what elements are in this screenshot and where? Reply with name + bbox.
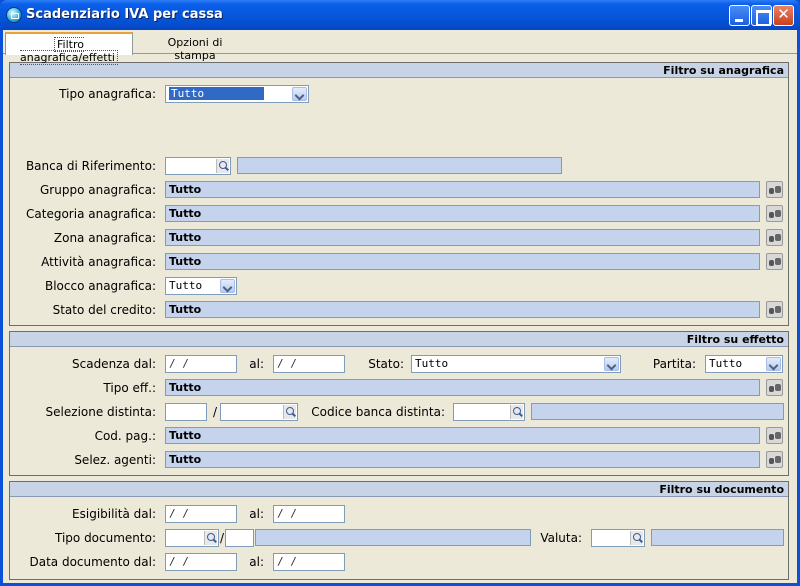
binoculars-icon[interactable] xyxy=(766,451,783,468)
categoria-anagrafica-field[interactable]: Tutto xyxy=(165,205,760,222)
close-icon: ✕ xyxy=(777,5,790,23)
tipo-eff-field[interactable]: Tutto xyxy=(165,379,760,396)
slash-separator: / xyxy=(220,531,225,545)
attivita-anagrafica-field[interactable]: Tutto xyxy=(165,253,760,270)
scadenza-dal-input[interactable]: / / xyxy=(165,355,237,373)
binoculars-icon[interactable] xyxy=(766,427,783,444)
esigibilita-al-label: al: xyxy=(249,507,264,521)
attivita-anagrafica-label: Attività anagrafica: xyxy=(41,255,156,269)
data-documento-dal-input[interactable]: / / xyxy=(165,553,237,571)
binoculars-icon[interactable] xyxy=(766,229,783,246)
valuta-input[interactable] xyxy=(591,529,645,547)
tipo-documento-suffix-input[interactable] xyxy=(225,529,254,547)
tipo-documento-input[interactable] xyxy=(165,529,219,547)
stato-select[interactable]: Tutto xyxy=(411,355,621,373)
cod-pag-label: Cod. pag.: xyxy=(94,429,156,443)
selez-agenti-label: Selez. agenti: xyxy=(74,453,156,467)
search-icon[interactable] xyxy=(283,405,296,419)
tipo-anagrafica-select[interactable]: Tutto xyxy=(165,85,309,103)
panel-header: Filtro su anagrafica xyxy=(10,63,788,78)
title-bar[interactable]: Scadenziario IVA per cassa ✕ xyxy=(0,0,800,30)
chevron-down-icon[interactable] xyxy=(292,87,307,101)
blocco-anagrafica-value: Tutto xyxy=(169,279,203,292)
binoculars-icon[interactable] xyxy=(766,379,783,396)
blocco-anagrafica-label: Blocco anagrafica: xyxy=(44,279,156,293)
tab-label: Filtro anagrafica/effetti xyxy=(20,37,118,65)
esigibilita-dal-label: Esigibilità dal: xyxy=(72,507,156,521)
tipo-anagrafica-value: Tutto xyxy=(169,87,265,100)
codice-banca-distinta-input[interactable] xyxy=(453,403,525,421)
search-icon[interactable] xyxy=(510,405,523,419)
gruppo-anagrafica-field[interactable]: Tutto xyxy=(165,181,760,198)
stato-value: Tutto xyxy=(415,357,449,370)
distinta-anno-input[interactable] xyxy=(165,403,207,421)
data-documento-al-label: al: xyxy=(249,555,264,569)
panel-filtro-anagrafica: Filtro su anagrafica Tipo anagrafica: Tu… xyxy=(9,62,789,326)
panel-header: Filtro su effetto xyxy=(10,332,788,347)
gruppo-anagrafica-label: Gruppo anagrafica: xyxy=(40,183,156,197)
blocco-anagrafica-select[interactable]: Tutto xyxy=(165,277,237,295)
valuta-description xyxy=(651,529,784,546)
tipo-documento-label: Tipo documento: xyxy=(55,531,156,545)
partita-select[interactable]: Tutto xyxy=(705,355,783,373)
codice-banca-distinta-label: Codice banca distinta: xyxy=(311,405,445,419)
tipo-documento-description xyxy=(255,529,531,546)
valuta-label: Valuta: xyxy=(540,531,582,545)
tab-bar: Filtro anagrafica/effetti Opzioni di sta… xyxy=(3,30,797,65)
binoculars-icon[interactable] xyxy=(766,253,783,270)
close-button[interactable]: ✕ xyxy=(773,5,794,26)
binoculars-icon[interactable] xyxy=(766,205,783,222)
search-icon[interactable] xyxy=(216,159,229,173)
esigibilita-dal-input[interactable]: / / xyxy=(165,505,237,523)
panel-filtro-effetto: Filtro su effetto Scadenza dal: / / al: … xyxy=(9,331,789,476)
scadenza-al-label: al: xyxy=(249,357,264,371)
chevron-down-icon[interactable] xyxy=(220,279,235,293)
search-icon[interactable] xyxy=(204,531,217,545)
stato-label: Stato: xyxy=(368,357,404,371)
search-icon[interactable] xyxy=(630,531,643,545)
tab-filtro-anagrafica-effetti[interactable]: Filtro anagrafica/effetti xyxy=(5,32,133,65)
partita-value: Tutto xyxy=(709,357,743,370)
distinta-numero-input[interactable] xyxy=(220,403,298,421)
categoria-anagrafica-label: Categoria anagrafica: xyxy=(26,207,156,221)
banca-riferimento-label: Banca di Riferimento: xyxy=(25,159,156,173)
cod-pag-field[interactable]: Tutto xyxy=(165,427,760,444)
stato-credito-field[interactable]: Tutto xyxy=(165,301,760,318)
tab-label: Opzioni di stampa xyxy=(167,36,223,62)
selezione-distinta-label: Selezione distinta: xyxy=(45,405,156,419)
maximize-button[interactable] xyxy=(751,5,772,26)
data-documento-al-input[interactable]: / / xyxy=(273,553,345,571)
chevron-down-icon[interactable] xyxy=(766,357,781,371)
partita-label: Partita: xyxy=(652,357,696,371)
chevron-down-icon[interactable] xyxy=(604,357,619,371)
selez-agenti-field[interactable]: Tutto xyxy=(165,451,760,468)
zona-anagrafica-field[interactable]: Tutto xyxy=(165,229,760,246)
panel-filtro-documento: Filtro su documento Esigibilità dal: / /… xyxy=(9,481,789,580)
stato-credito-label: Stato del credito: xyxy=(52,303,156,317)
esigibilita-al-input[interactable]: / / xyxy=(273,505,345,523)
tab-opzioni-di-stampa[interactable]: Opzioni di stampa xyxy=(140,32,250,62)
client-area: Filtro anagrafica/effetti Opzioni di sta… xyxy=(3,30,797,583)
banca-riferimento-description xyxy=(237,157,562,174)
minimize-button[interactable] xyxy=(729,5,750,26)
data-documento-dal-label: Data documento dal: xyxy=(29,555,156,569)
codice-banca-distinta-description xyxy=(531,403,784,420)
scadenza-dal-label: Scadenza dal: xyxy=(72,357,156,371)
window-title: Scadenziario IVA per cassa xyxy=(26,7,223,22)
slash-separator: / xyxy=(213,405,218,419)
tipo-eff-label: Tipo eff.: xyxy=(103,381,156,395)
binoculars-icon[interactable] xyxy=(766,301,783,318)
zona-anagrafica-label: Zona anagrafica: xyxy=(53,231,156,245)
window: Scadenziario IVA per cassa ✕ Filtro anag… xyxy=(0,0,800,586)
panel-header: Filtro su documento xyxy=(10,482,788,497)
binoculars-icon[interactable] xyxy=(766,181,783,198)
tipo-anagrafica-label: Tipo anagrafica: xyxy=(59,87,156,101)
banca-riferimento-input[interactable] xyxy=(165,157,231,175)
app-icon[interactable] xyxy=(6,7,22,23)
scadenza-al-input[interactable]: / / xyxy=(273,355,345,373)
